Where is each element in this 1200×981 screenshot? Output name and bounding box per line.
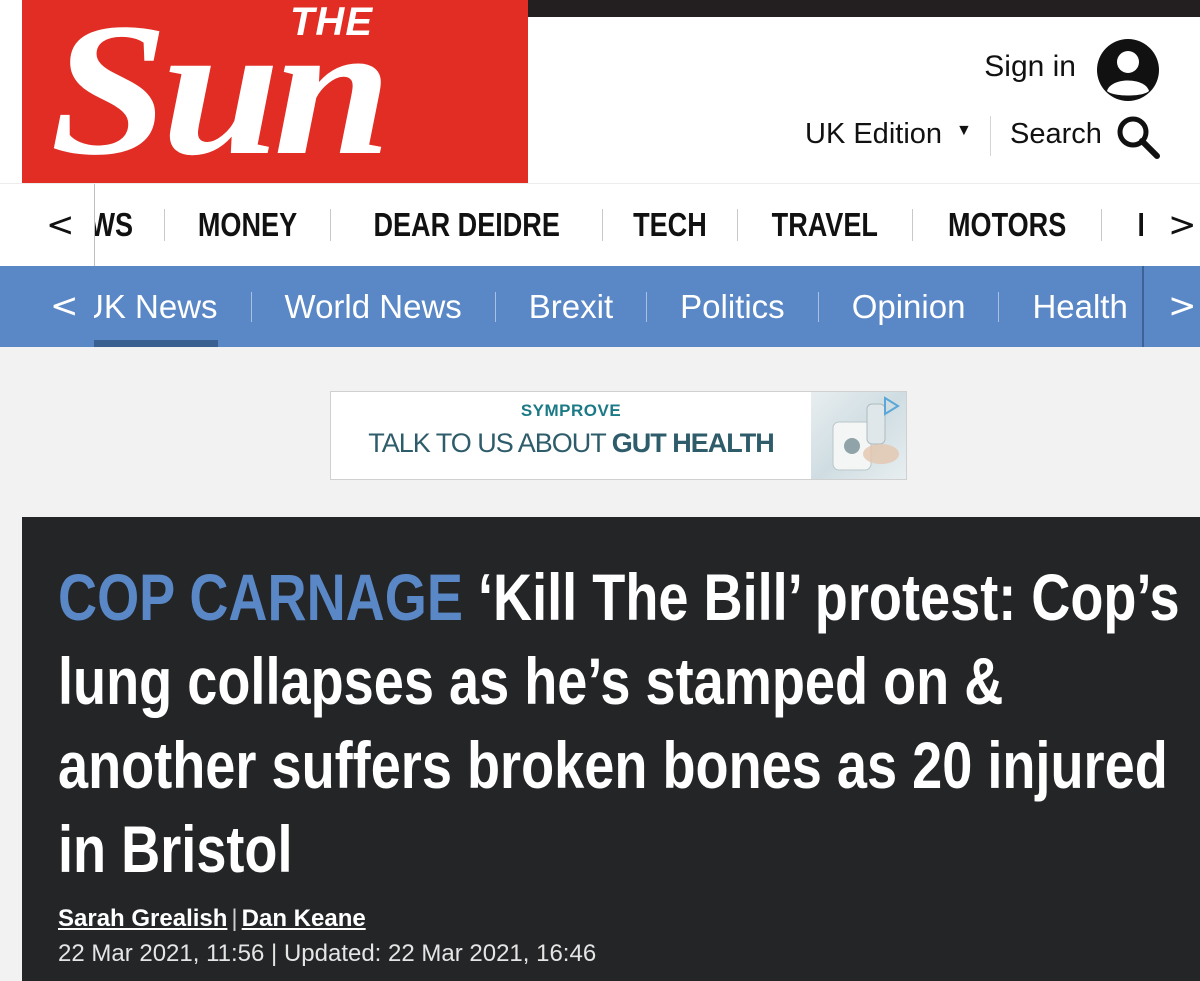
sign-in-link[interactable]: Sign in (984, 50, 1076, 84)
nav-separator (164, 209, 165, 241)
nav-separator (911, 209, 913, 241)
header-divider (990, 116, 991, 156)
nav-item-motors[interactable]: MOTORS (944, 206, 1069, 244)
subnav-separator (817, 291, 819, 322)
site-header: THE Sun Sign in UK Edition ▼ Search (0, 0, 1200, 183)
nav-item-dear-deidre[interactable]: DEAR DEIDRE (370, 206, 563, 244)
author-link[interactable]: Sarah Grealish (58, 905, 227, 932)
nav-item-money[interactable]: MONEY (195, 206, 301, 244)
subnav-separator (494, 291, 496, 322)
chevron-left-icon[interactable]: < (50, 266, 79, 347)
subnav-item-uk-news[interactable]: UK News (94, 266, 218, 347)
nav-separator (1101, 209, 1103, 241)
nav-item-tech[interactable]: TECH (630, 206, 710, 244)
sub-nav-viewport: UK News World News Brexit Politics Opini… (94, 266, 1142, 347)
section-nav: < NEWS MONEY DEAR DEIDRE TECH TRAVEL MOT… (0, 183, 1200, 268)
article-headline: COP CARNAGE ‘Kill The Bill’ protest: Cop… (58, 555, 1181, 891)
author-link[interactable]: Dan Keane (242, 905, 366, 932)
subnav-separator (250, 291, 252, 322)
nav-separator (602, 209, 604, 241)
sub-nav: < UK News World News Brexit Politics Opi… (0, 266, 1200, 347)
article-dateline: 22 Mar 2021, 11:56 | Updated: 22 Mar 202… (58, 940, 597, 967)
ad-tagline: TALK TO US ABOUT GUT HEALTH (331, 428, 811, 459)
nav-item-travel[interactable]: TRAVEL (769, 206, 882, 244)
user-avatar-icon[interactable] (1095, 37, 1161, 103)
chevron-right-icon[interactable]: > (1168, 266, 1197, 347)
subnav-item-opinion[interactable]: Opinion (852, 266, 966, 347)
search-link[interactable]: Search (1010, 118, 1102, 151)
ad-tagline-text: TALK TO US ABOUT (368, 428, 612, 458)
nav-separator (737, 209, 739, 241)
top-strip (528, 0, 1200, 17)
edition-selector[interactable]: UK Edition (805, 118, 942, 151)
ad-tagline-bold: GUT HEALTH (611, 428, 775, 458)
nav-item-news[interactable]: NEWS (95, 206, 136, 244)
search-icon[interactable] (1115, 114, 1161, 160)
the-sun-logo[interactable]: THE Sun (22, 0, 528, 183)
ad-brand: SYMPROVE (520, 401, 622, 420)
byline-separator: | (231, 905, 238, 932)
subnav-separator (998, 291, 1000, 322)
article-header: COP CARNAGE ‘Kill The Bill’ protest: Cop… (22, 517, 1200, 981)
subnav-item-brexit[interactable]: Brexit (529, 266, 613, 347)
byline: Sarah Grealish | Dan Keane (58, 905, 366, 933)
chevron-left-icon[interactable]: < (46, 184, 75, 266)
sub-nav-edge (1142, 266, 1144, 347)
headline-kicker: COP CARNAGE (58, 560, 463, 634)
logo-sun-text: Sun (50, 0, 392, 183)
section-nav-viewport: NEWS MONEY DEAR DEIDRE TECH TRAVEL MOTOR… (94, 184, 1143, 266)
advert-banner[interactable]: SYMPROVE TALK TO US ABOUT GUT HEALTH (330, 391, 907, 480)
subnav-item-politics[interactable]: Politics (680, 266, 785, 347)
nav-item-puzzles[interactable]: PUZZLES (1134, 206, 1143, 244)
chevron-right-icon[interactable]: > (1168, 184, 1197, 266)
chevron-down-icon[interactable]: ▼ (956, 122, 972, 140)
subnav-item-world-news[interactable]: World News (285, 266, 462, 347)
nav-separator (330, 209, 332, 241)
subnav-separator (646, 291, 648, 322)
adchoices-icon[interactable] (881, 396, 901, 416)
subnav-item-health[interactable]: Health (1032, 266, 1127, 347)
